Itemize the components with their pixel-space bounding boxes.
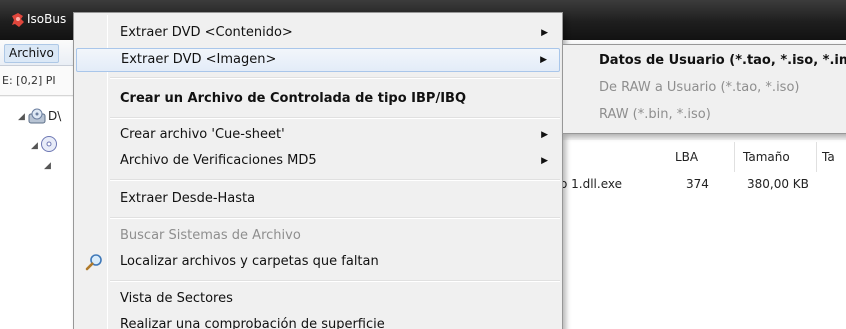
submenu-extract-image: Datos de Usuario (*.tao, *.iso, *.img) D… [562, 44, 846, 134]
file-lba-cell: 374 [686, 177, 709, 191]
menu-separator [110, 179, 560, 181]
menu-separator [110, 217, 560, 219]
menu-item-label: Buscar Sistemas de Archivo [120, 228, 301, 243]
submenu-arrow-icon: ▶ [541, 130, 548, 140]
menu-separator [110, 117, 560, 119]
submenu-item-raw: RAW (*.bin, *.iso) [565, 103, 846, 127]
menu-separator [110, 77, 560, 79]
menu-archivo[interactable]: Archivo [4, 44, 59, 63]
column-header-extra[interactable]: Ta [822, 142, 846, 172]
menu-item-label: Archivo de Verificaciones MD5 [120, 153, 317, 168]
tree-item-drive[interactable]: D\ [48, 109, 61, 123]
submenu-arrow-icon: ▶ [541, 156, 548, 166]
menu-item-label: Extraer DVD <Imagen> [121, 52, 277, 67]
submenu-item-raw-to-user: De RAW a Usuario (*.tao, *.iso) [565, 76, 846, 100]
magnifier-icon [85, 254, 102, 271]
address-path[interactable]: E: [0,2] PI [2, 74, 56, 87]
file-name-cell[interactable]: o 1.dll.exe [560, 177, 622, 191]
disc-icon [41, 136, 57, 152]
submenu-item-user-data[interactable]: Datos de Usuario (*.tao, *.iso, *.img) [565, 49, 846, 73]
column-header-lba[interactable]: LBA [675, 142, 735, 172]
menu-item-extract-dvd-content[interactable]: Extraer DVD <Contenido> ▶ [76, 21, 560, 45]
menu-item-label: Vista de Sectores [120, 291, 233, 306]
menu-item-locate-missing[interactable]: Localizar archivos y carpetas que faltan [76, 250, 560, 274]
menu-item-label: Extraer DVD <Contenido> [120, 25, 293, 40]
menu-item-extract-range[interactable]: Extraer Desde-Hasta [76, 187, 560, 211]
file-size-cell: 380,00 KB [747, 177, 809, 191]
menu-item-label: Localizar archivos y carpetas que faltan [120, 254, 379, 269]
menu-item-surface-scan[interactable]: Realizar una comprobación de superficie [76, 313, 560, 329]
column-header-size[interactable]: Tamaño [743, 142, 817, 172]
dvd-drive-icon [28, 108, 46, 124]
menu-item-label: Extraer Desde-Hasta [120, 191, 256, 206]
file-list: LBA Tamaño Ta o 1.dll.exe 374 380,00 KB [560, 140, 846, 329]
window-title: IsoBus [27, 12, 67, 26]
submenu-item-label: RAW (*.bin, *.iso) [599, 107, 711, 122]
menu-item-label: Realizar una comprobación de superficie [120, 317, 385, 329]
menu-separator [110, 280, 560, 282]
submenu-item-label: Datos de Usuario (*.tao, *.iso, *.img) [599, 53, 846, 68]
menu-item-create-ibp-ibq[interactable]: Crear un Archivo de Controlada de tipo I… [76, 87, 560, 111]
tree-expander-icon[interactable]: ◢ [44, 161, 51, 171]
submenu-arrow-icon: ▶ [541, 28, 548, 38]
context-menu: Extraer DVD <Contenido> ▶ Extraer DVD <I… [73, 12, 563, 329]
menu-item-md5-verification[interactable]: Archivo de Verificaciones MD5 ▶ [76, 149, 560, 173]
menu-item-label: Crear archivo 'Cue-sheet' [120, 127, 285, 142]
app-logo-icon [12, 13, 24, 27]
menu-item-create-cue-sheet[interactable]: Crear archivo 'Cue-sheet' ▶ [76, 123, 560, 147]
menu-item-search-filesystems: Buscar Sistemas de Archivo [76, 224, 560, 248]
menu-item-extract-dvd-image[interactable]: Extraer DVD <Imagen> ▶ [76, 48, 560, 72]
tree-expander-icon[interactable]: ◢ [18, 112, 25, 122]
menu-item-sector-view[interactable]: Vista de Sectores [76, 287, 560, 311]
menu-item-label: Crear un Archivo de Controlada de tipo I… [120, 91, 466, 106]
submenu-arrow-icon: ▶ [540, 55, 547, 65]
tree-expander-icon[interactable]: ◢ [31, 141, 38, 151]
submenu-item-label: De RAW a Usuario (*.tao, *.iso) [599, 80, 800, 95]
